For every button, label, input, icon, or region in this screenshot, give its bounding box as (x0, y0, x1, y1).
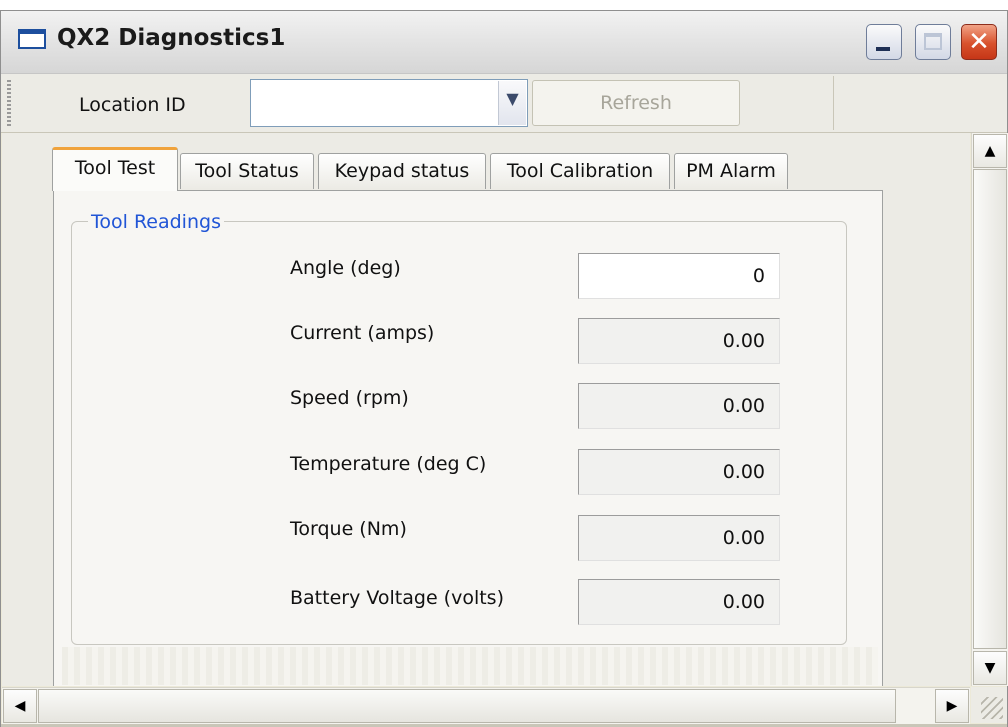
window-icon (18, 29, 46, 49)
speed-value-field: 0.00 (578, 383, 780, 429)
minimize-button[interactable] (866, 24, 902, 60)
torque-label: Torque (Nm) (290, 518, 407, 540)
chevron-down-icon[interactable]: ▼ (498, 81, 526, 125)
scroll-left-icon[interactable]: ◀ (3, 689, 37, 723)
window-title: QX2 Diagnostics1 (57, 25, 286, 51)
tab-tool-calibration[interactable]: Tool Calibration (490, 153, 670, 189)
angle-label: Angle (deg) (290, 257, 401, 279)
app-window: QX2 Diagnostics1 ✕ Location ID ▼ Refresh… (0, 10, 1008, 727)
speed-label: Speed (rpm) (290, 387, 409, 409)
horizontal-scroll-thumb[interactable] (38, 689, 896, 723)
tab-pm-alarm[interactable]: PM Alarm (674, 153, 788, 189)
resize-grip[interactable] (971, 687, 1007, 723)
resize-grip-icon (981, 697, 1003, 719)
toolbar: Location ID ▼ Refresh (1, 74, 1007, 133)
temperature-label: Temperature (deg C) (290, 453, 487, 475)
location-id-combobox[interactable]: ▼ (250, 79, 528, 127)
toolbar-separator (833, 76, 834, 130)
maximize-button[interactable] (915, 24, 951, 60)
panel-background-pattern (62, 647, 878, 685)
current-label: Current (amps) (290, 322, 435, 344)
temperature-value-field: 0.00 (578, 449, 780, 495)
content-area: Tool Test Tool Status Keypad status Tool… (2, 133, 970, 686)
close-button[interactable]: ✕ (961, 24, 997, 60)
title-bar[interactable]: QX2 Diagnostics1 ✕ (1, 11, 1007, 74)
location-id-label: Location ID (79, 94, 186, 116)
torque-value-field: 0.00 (578, 515, 780, 561)
close-icon: ✕ (968, 27, 990, 57)
maximize-icon (924, 33, 942, 50)
minimize-icon (876, 47, 890, 51)
battery-voltage-value-field: 0.00 (578, 579, 780, 625)
vertical-scrollbar[interactable]: ▲ ▼ (971, 133, 1008, 686)
battery-voltage-label: Battery Voltage (volts) (290, 587, 504, 609)
tab-tool-test[interactable]: Tool Test (52, 147, 178, 191)
tab-keypad-status[interactable]: Keypad status (318, 153, 486, 189)
angle-value-field: 0 (578, 253, 780, 299)
scroll-right-icon[interactable]: ▶ (935, 689, 969, 723)
toolbar-grip[interactable] (7, 80, 11, 126)
vertical-scroll-thumb[interactable] (973, 169, 1007, 649)
refresh-button[interactable]: Refresh (532, 80, 740, 126)
current-value-field: 0.00 (578, 318, 780, 364)
scroll-up-icon[interactable]: ▲ (973, 134, 1007, 168)
horizontal-scrollbar[interactable]: ◀ ▶ (2, 687, 970, 724)
group-title: Tool Readings (88, 211, 224, 233)
tab-tool-status[interactable]: Tool Status (180, 153, 314, 189)
scroll-down-icon[interactable]: ▼ (973, 651, 1007, 685)
